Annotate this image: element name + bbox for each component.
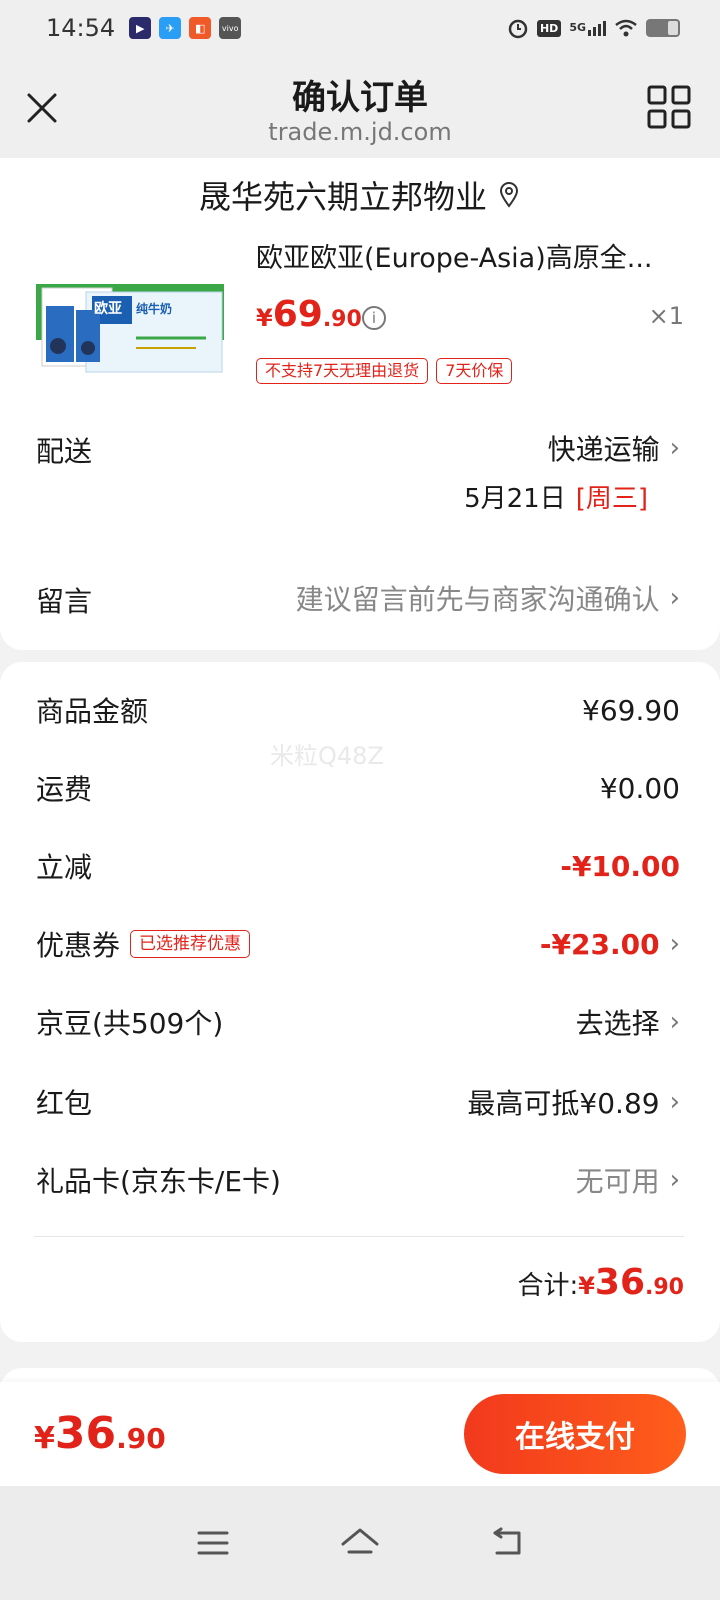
menu-lines-icon	[197, 1531, 229, 1555]
jingdou-value: 去选择	[575, 1007, 660, 1040]
status-app-icons: ▶ ✈ ◧ vivo	[129, 17, 242, 39]
price-symbol: ¥	[256, 304, 273, 332]
coupon-label: 优惠券	[36, 929, 121, 962]
summary-value: -¥23.00 ›	[540, 928, 680, 961]
watermark-text: 米粒Q48Z	[270, 742, 384, 770]
summary-label: 商品金额	[36, 695, 149, 728]
summary-label: 京豆(共509个)	[36, 1007, 224, 1040]
summary-label: 礼品卡(京东卡/E卡)	[36, 1165, 281, 1198]
summary-row-red-packet[interactable]: 红包 最高可抵¥0.89 ›	[36, 1082, 680, 1122]
total-integer: 36	[594, 1262, 646, 1303]
coupon-value: -¥23.00	[539, 927, 660, 961]
grid-icon	[647, 85, 691, 129]
alarm-icon	[508, 19, 528, 39]
price-integer: 69	[272, 294, 323, 335]
message-placeholder: 建议留言前先与商家沟通确认	[295, 583, 660, 616]
summary-value: 最高可抵¥0.89 ›	[467, 1082, 680, 1122]
delivery-date[interactable]: 5月21日 [周三]	[464, 478, 648, 515]
summary-row-gift-card[interactable]: 礼品卡(京东卡/E卡) 无可用 ›	[36, 1160, 680, 1200]
chevron-right-icon: ›	[669, 929, 680, 959]
grid-menu-button[interactable]	[646, 84, 692, 130]
bottom-pay-bar: ¥36.90 在线支付	[0, 1382, 720, 1486]
nav-bar: 确认订单 trade.m.jd.com	[0, 56, 720, 158]
delivery-date-text: 5月21日	[464, 484, 566, 514]
summary-value: -¥10.00	[560, 849, 680, 883]
status-bar: 14:54 ▶ ✈ ◧ vivo HD 5G	[0, 0, 720, 56]
summary-value: ¥0.00	[599, 771, 680, 805]
divider	[34, 1236, 684, 1237]
total-symbol: ¥	[578, 1272, 595, 1300]
price-decimal: .90	[322, 307, 362, 332]
message-label: 留言	[36, 585, 93, 618]
pay-online-button[interactable]: 在线支付	[464, 1394, 686, 1474]
bottom-total-price: ¥36.90	[34, 1408, 166, 1459]
recent-apps-button[interactable]	[191, 1521, 235, 1565]
summary-label: 红包	[36, 1087, 93, 1120]
price-info-icon[interactable]: i	[362, 306, 386, 330]
chevron-right-icon: ›	[669, 1165, 680, 1195]
battery-icon	[646, 19, 680, 37]
product-image-brand: 欧亚	[94, 301, 122, 317]
product-tags: 不支持7天无理由退货 7天价保	[256, 358, 513, 384]
summary-row-jingdou[interactable]: 京豆(共509个) 去选择 ›	[36, 1002, 680, 1042]
bottom-price-integer: 36	[54, 1408, 117, 1459]
tag-price-protect: 7天价保	[436, 358, 513, 384]
network-label: 5G	[569, 20, 586, 34]
summary-label: 运费	[36, 773, 93, 806]
address-bar[interactable]: 晟华苑六期立邦物业	[0, 158, 720, 232]
message-input[interactable]: 建议留言前先与商家沟通确认 ›	[296, 578, 680, 618]
wifi-icon	[615, 19, 637, 37]
page-title: 确认订单	[292, 78, 428, 118]
summary-row-goods-amount: 商品金额 ¥69.90	[36, 690, 680, 730]
delivery-label: 配送	[36, 435, 93, 468]
address-text: 晟华苑六期立邦物业	[198, 178, 487, 216]
product-title[interactable]: 欧亚欧亚(Europe-Asia)高原全...	[256, 236, 676, 275]
price-summary-card: 米粒Q48Z 商品金额 ¥69.90 运费 ¥0.00 立减 -¥10.00 优…	[0, 662, 720, 1342]
home-icon	[341, 1528, 379, 1554]
summary-row-coupon[interactable]: 优惠券 已选推荐优惠 -¥23.00 ›	[36, 924, 680, 964]
bottom-price-symbol: ¥	[34, 1421, 55, 1456]
system-nav-bar	[0, 1486, 720, 1600]
summary-label: 立减	[36, 851, 93, 884]
status-indicators: HD 5G	[507, 17, 680, 39]
delivery-method: 快递运输	[547, 433, 660, 466]
red-app-icon: ◧	[189, 17, 212, 39]
chevron-right-icon: ›	[669, 583, 680, 613]
order-card: 欧亚 纯牛奶 欧亚欧亚(Europe-Asia)高原全... ¥69.90 i …	[0, 232, 720, 650]
tag-no-return: 不支持7天无理由退货	[256, 358, 429, 384]
summary-row-shipping: 运费 ¥0.00	[36, 768, 680, 808]
delivery-method-selector[interactable]: 快递运输 ›	[548, 428, 680, 468]
chevron-right-icon: ›	[669, 1007, 680, 1037]
media-app-icon: ▶	[129, 17, 152, 39]
summary-value: ¥69.90	[582, 693, 680, 727]
summary-row-discount: 立减 -¥10.00	[36, 846, 680, 886]
page-url: trade.m.jd.com	[268, 118, 452, 146]
product-image-subtext: 纯牛奶	[136, 302, 173, 316]
location-pin-icon	[499, 182, 519, 208]
hd-icon: HD	[536, 19, 562, 37]
back-button[interactable]	[485, 1521, 529, 1565]
summary-label: 优惠券 已选推荐优惠	[36, 924, 251, 964]
red-packet-value: 最高可抵¥0.89	[467, 1087, 660, 1120]
5g-signal-icon: 5G	[569, 20, 606, 36]
chevron-right-icon: ›	[669, 433, 680, 463]
paper-plane-app-icon: ✈	[159, 17, 182, 39]
summary-value: 无可用 ›	[576, 1160, 680, 1200]
vivo-app-icon: vivo	[219, 17, 242, 39]
chevron-right-icon: ›	[669, 1087, 680, 1117]
product-quantity: ×1	[648, 302, 684, 330]
home-button[interactable]	[338, 1521, 382, 1565]
delivery-weekday: [周三]	[575, 484, 648, 514]
coupon-selected-tag: 已选推荐优惠	[130, 930, 251, 958]
product-price: ¥69.90	[256, 294, 362, 335]
back-icon	[493, 1527, 521, 1555]
summary-total: 合计: ¥36.90	[517, 1262, 684, 1303]
total-label: 合计:	[517, 1271, 579, 1301]
total-decimal: .90	[645, 1275, 684, 1300]
product-image[interactable]: 欧亚 纯牛奶	[36, 276, 224, 388]
bottom-price-decimal: .90	[116, 1422, 166, 1455]
gift-card-value: 无可用	[575, 1165, 660, 1198]
status-time: 14:54	[46, 14, 116, 42]
summary-value: 去选择 ›	[576, 1002, 680, 1042]
